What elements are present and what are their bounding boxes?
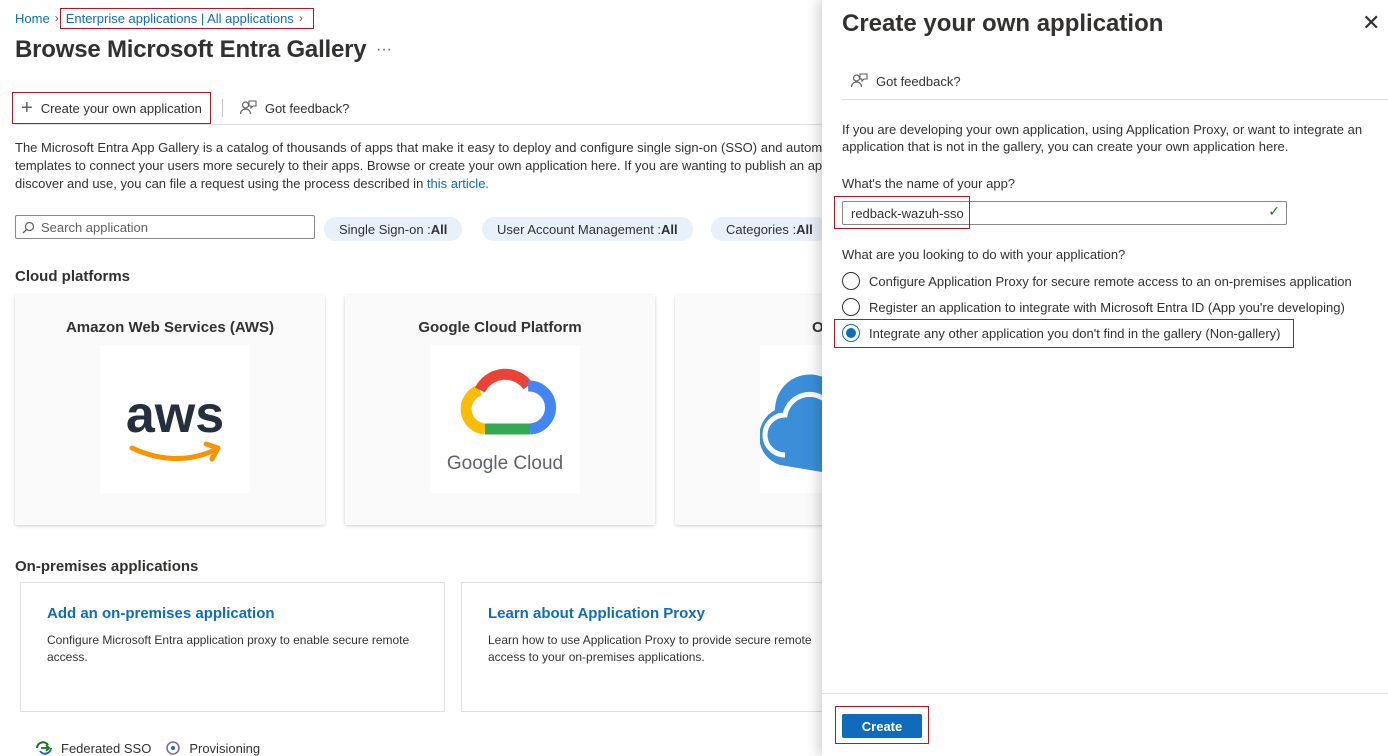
svg-text:aws: aws	[126, 386, 224, 444]
create-own-application-label: Create your own application	[40, 100, 202, 116]
feedback-icon	[850, 73, 868, 88]
card-title: Amazon Web Services (AWS)	[65, 319, 275, 336]
on-premises-title: On-premises applications	[15, 558, 199, 575]
breadcrumb-enterprise-apps[interactable]: Enterprise applications | All applicatio…	[66, 11, 294, 26]
more-options-icon[interactable]: ···	[376, 41, 392, 59]
card-aws[interactable]: Amazon Web Services (AWS) aws	[15, 295, 325, 525]
federated-sso-icon	[36, 741, 52, 755]
breadcrumb-home[interactable]: Home	[15, 11, 50, 26]
filter-user-account-management[interactable]: User Account Management : All	[482, 217, 693, 241]
toolbar-divider-line	[15, 124, 821, 125]
google-cloud-logo-icon: Google Cloud	[430, 345, 580, 493]
card-title: Google Cloud Platform	[418, 319, 582, 336]
purpose-label: What are you looking to do with your app…	[842, 247, 1126, 262]
panel-divider	[842, 99, 1388, 100]
toolbar: + Create your own application Got feedba…	[12, 92, 358, 124]
breadcrumb: Home › Enterprise applications | All app…	[15, 7, 314, 29]
radio-button[interactable]	[842, 272, 860, 290]
gallery-description: The Microsoft Entra App Gallery is a cat…	[15, 139, 825, 193]
description-line-3: discover and use, you can file a request…	[15, 176, 490, 191]
card-oracle-cloud[interactable]: O	[675, 295, 825, 525]
page-title: Browse Microsoft Entra Gallery	[15, 36, 367, 63]
create-application-panel: Create your own application ✕ Got feedba…	[822, 0, 1388, 756]
plus-icon: +	[21, 97, 33, 119]
got-feedback-button[interactable]: Got feedback?	[231, 93, 358, 123]
panel-got-feedback-button[interactable]: Got feedback?	[850, 72, 961, 90]
filter-categories[interactable]: Categories : All	[711, 217, 828, 241]
provisioning-icon	[166, 741, 181, 755]
chevron-right-icon: ›	[298, 11, 303, 25]
toolbar-divider	[221, 99, 223, 117]
card-title: Add an on-premises application	[47, 605, 275, 622]
card-title: Learn about Application Proxy	[488, 605, 705, 622]
checkmark-icon: ✓	[1268, 203, 1280, 219]
oracle-logo-icon	[759, 345, 825, 493]
app-name-field[interactable]: ✓	[842, 201, 1287, 225]
radio-button[interactable]	[842, 298, 860, 316]
filter-single-sign-on[interactable]: Single Sign-on : All	[324, 217, 463, 241]
panel-description: If you are developing your own applicati…	[842, 122, 1363, 154]
card-description: Configure Microsoft Entra application pr…	[47, 633, 410, 664]
app-name-input[interactable]	[843, 202, 1263, 224]
got-feedback-label: Got feedback?	[264, 100, 350, 116]
option-application-proxy[interactable]: Configure Application Proxy for secure r…	[842, 272, 1352, 290]
card-learn-application-proxy[interactable]: Learn about Application Proxy Learn how …	[461, 582, 825, 712]
search-input[interactable]	[41, 219, 301, 235]
panel-title: Create your own application	[842, 10, 1164, 37]
close-icon[interactable]: ✕	[1362, 12, 1380, 34]
panel-footer-divider	[822, 693, 1388, 694]
aws-logo-icon: aws	[100, 345, 250, 493]
cloud-platforms-title: Cloud platforms	[15, 268, 130, 285]
radio-button-selected[interactable]	[842, 324, 860, 342]
provisioning-legend: Provisioning	[165, 740, 260, 756]
card-google-cloud[interactable]: Google Cloud Platform Google Cloud	[345, 295, 655, 525]
google-cloud-logo: Google Cloud	[447, 368, 563, 474]
svg-text:Google Cloud: Google Cloud	[447, 453, 563, 474]
search-box[interactable]	[15, 215, 315, 239]
search-icon	[22, 221, 35, 233]
card-add-on-premises-app[interactable]: Add an on-premises application Configure…	[20, 582, 445, 712]
option-register-application[interactable]: Register an application to integrate wit…	[842, 298, 1345, 316]
description-line-1: The Microsoft Entra App Gallery is a cat…	[15, 140, 825, 155]
create-own-application-button[interactable]: + Create your own application	[12, 92, 211, 124]
card-description: Learn how to use Application Proxy to pr…	[488, 633, 812, 664]
aws-logo: aws	[126, 386, 224, 462]
chevron-right-icon: ›	[54, 11, 59, 25]
app-name-label: What's the name of your app?	[842, 176, 1016, 191]
create-button[interactable]: Create	[842, 714, 922, 738]
breadcrumb-current-wrapper: Enterprise applications | All applicatio…	[59, 7, 314, 29]
feature-legend: Federated SSO Provisioning	[35, 740, 260, 756]
option-non-gallery[interactable]: Integrate any other application you don'…	[842, 324, 1281, 342]
federated-sso-legend: Federated SSO	[35, 741, 151, 756]
this-article-link[interactable]: this article.	[427, 176, 489, 191]
description-line-2: templates to connect your users more sec…	[15, 158, 825, 173]
feedback-icon	[239, 100, 257, 115]
